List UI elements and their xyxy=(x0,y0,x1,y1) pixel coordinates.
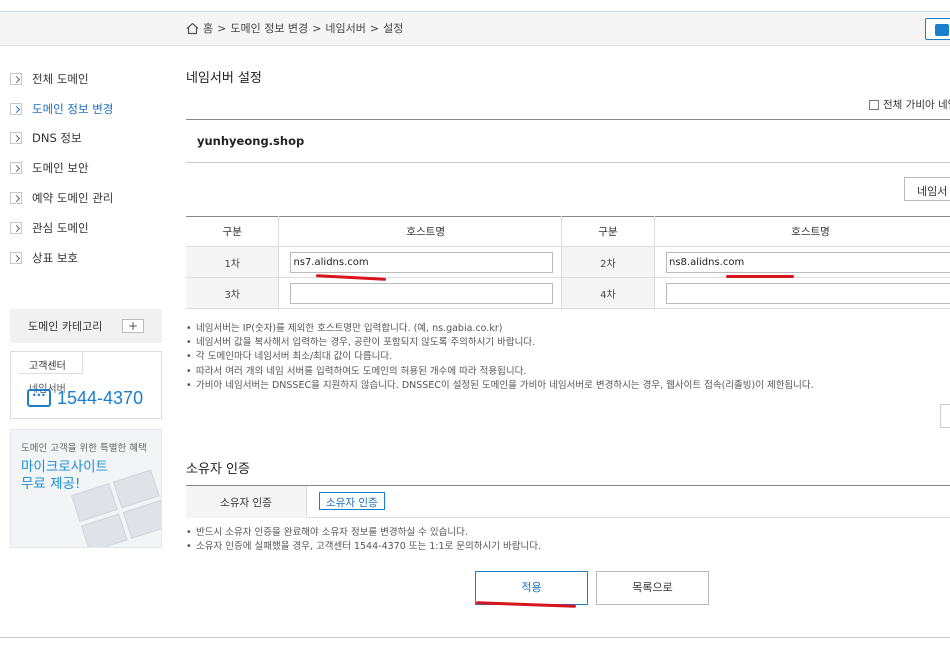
list-button[interactable]: 목록으로 xyxy=(596,571,709,605)
sidebar-item-label: 관심 도메인 xyxy=(32,220,89,235)
customer-center-phone: 1544-4370 xyxy=(57,388,144,408)
ns4-input[interactable] xyxy=(666,282,950,304)
domain-name: yunhyeong.shop xyxy=(197,134,305,148)
table-row: 1차 2차 xyxy=(186,246,950,278)
domain-row: yunhyeong.shop xyxy=(186,119,950,163)
sidebar-item-label: 전체 도메인 xyxy=(32,71,89,86)
customer-center-tab[interactable]: 고객센터 xyxy=(19,352,83,374)
chevron-right-icon xyxy=(10,162,22,175)
domain-category-label: 도메인 카테고리 xyxy=(28,320,103,333)
select-all-gabia-ns[interactable]: 전체 가비아 네임 xyxy=(869,97,950,112)
sidebar-item-domain-info[interactable]: 도메인 정보 변경 xyxy=(10,94,162,124)
microsite-banner[interactable]: 도메인 고객을 위한 특별한 혜택 마이크로사이트 무료 제공! xyxy=(10,429,162,548)
banner-subtitle: 도메인 고객을 위한 특별한 혜택 xyxy=(21,443,147,454)
annotation-underline xyxy=(726,275,794,278)
breadcrumb-domain-info[interactable]: 도메인 정보 변경 xyxy=(230,20,308,36)
breadcrumb-separator: > xyxy=(217,21,227,35)
note-item: 반드시 소유자 인증을 완료해야 소유자 정보를 변경하실 수 있습니다. xyxy=(186,526,541,540)
sidebar-item-label: 상표 보호 xyxy=(32,250,78,265)
sidebar-item-label: DNS 정보 xyxy=(32,131,82,146)
sidebar-item-security[interactable]: 도메인 보안 xyxy=(10,153,162,183)
chevron-right-icon xyxy=(10,251,22,264)
apply-button[interactable]: 적용 xyxy=(475,571,588,605)
chevron-right-icon xyxy=(10,221,22,234)
note-item: 네임서버 값을 복사해서 입력하는 경우, 공란이 포함되지 않도록 주의하시기… xyxy=(186,336,814,350)
chevron-right-icon xyxy=(10,192,22,205)
chevron-right-icon xyxy=(10,132,22,145)
row-label: 2차 xyxy=(561,246,656,278)
owner-notes: 반드시 소유자 인증을 완료해야 소유자 정보를 변경하실 수 있습니다. 소유… xyxy=(186,526,541,555)
sidebar-item-dns[interactable]: DNS 정보 xyxy=(10,124,162,154)
top-dropdown-button[interactable] xyxy=(925,18,950,40)
sidebar-item-label: 도메인 정보 변경 xyxy=(32,101,114,116)
domain-category-box: 도메인 카테고리 + xyxy=(10,309,162,343)
row-label: 3차 xyxy=(186,277,280,309)
chat-icon xyxy=(27,388,51,407)
ns1-input[interactable] xyxy=(290,251,554,273)
table-row: 3차 4차 xyxy=(186,277,950,309)
sidebar: 전체 도메인 도메인 정보 변경 DNS 정보 도메인 보안 예약 도메인 관리… xyxy=(10,64,162,273)
row-label: 4차 xyxy=(561,277,656,309)
sidebar-item-trademark[interactable]: 상표 보호 xyxy=(10,243,162,273)
breadcrumb-separator: > xyxy=(312,21,322,35)
sidebar-item-watchlist[interactable]: 관심 도메인 xyxy=(10,213,162,243)
chevron-right-icon xyxy=(10,72,22,85)
nameserver-button[interactable]: 네임서 xyxy=(904,177,950,201)
chevron-right-icon xyxy=(10,102,22,115)
bottom-divider xyxy=(0,637,950,638)
breadcrumb-home[interactable]: 홈 xyxy=(203,20,213,36)
owner-verify-button[interactable]: 소유자 인증 xyxy=(319,492,385,510)
customer-center-box: 고객센터 네임서버 1544-4370 xyxy=(10,351,162,419)
owner-section-title: 소유자 인증 xyxy=(186,462,250,477)
ns3-input[interactable] xyxy=(290,282,554,304)
note-item: 소유자 인증에 실패했을 경우, 고객센터 1544-4370 또는 1:1로 … xyxy=(186,540,541,554)
col-header-label: 구분 xyxy=(186,216,280,247)
note-item: 네임서버는 IP(숫자)를 제외한 호스트명만 입력합니다. (예, ns.ga… xyxy=(186,322,814,336)
owner-row: 소유자 인증 소유자 인증 xyxy=(186,485,950,518)
breadcrumb-separator: > xyxy=(369,21,380,35)
note-item: 가비아 네임서버는 DNSSEC을 지원하지 않습니다. DNSSEC이 설정된… xyxy=(186,379,814,393)
owner-label: 소유자 인증 xyxy=(186,486,307,518)
checkbox[interactable] xyxy=(869,99,879,110)
nameserver-notes: 네임서버는 IP(숫자)를 제외한 호스트명만 입력합니다. (예, ns.ga… xyxy=(186,322,814,393)
banner-title-line1: 마이크로사이트 xyxy=(21,459,108,475)
right-edge-button[interactable] xyxy=(940,404,950,428)
ns2-input[interactable] xyxy=(666,251,950,273)
note-item: 각 도메인마다 네임서버 최소/최대 값이 다릅니다. xyxy=(186,350,814,364)
col-header-host: 호스트명 xyxy=(654,216,950,247)
note-item: 따라서 여러 개의 네임 서버를 입력하여도 도메인의 허용된 개수에 따라 적… xyxy=(186,365,814,379)
sidebar-item-label: 예약 도메인 관리 xyxy=(32,191,114,206)
select-all-label: 전체 가비아 네임 xyxy=(883,99,950,111)
breadcrumb: 홈 > 도메인 정보 변경 > 네임서버 > 설정 xyxy=(186,20,403,36)
top-bar: 홈 > 도메인 정보 변경 > 네임서버 > 설정 xyxy=(0,12,950,46)
breadcrumb-nameserver[interactable]: 네임서버 xyxy=(325,20,365,36)
sidebar-item-label: 도메인 보안 xyxy=(32,161,89,176)
home-icon[interactable] xyxy=(186,22,199,35)
sidebar-item-reserved[interactable]: 예약 도메인 관리 xyxy=(10,183,162,213)
col-header-label: 구분 xyxy=(561,216,656,247)
table-header: 구분 호스트명 구분 호스트명 xyxy=(186,216,950,247)
row-label: 1차 xyxy=(186,246,280,278)
page-title: 네임서버 설정 xyxy=(186,71,262,86)
col-header-host: 호스트명 xyxy=(278,216,562,247)
nameserver-table: 구분 호스트명 구분 호스트명 1차 2차 3차 4차 xyxy=(186,216,950,309)
sidebar-item-all-domains[interactable]: 전체 도메인 xyxy=(10,64,162,94)
check-icon xyxy=(935,24,949,36)
breadcrumb-settings: 설정 xyxy=(383,22,404,35)
add-category-button[interactable]: + xyxy=(122,319,144,333)
